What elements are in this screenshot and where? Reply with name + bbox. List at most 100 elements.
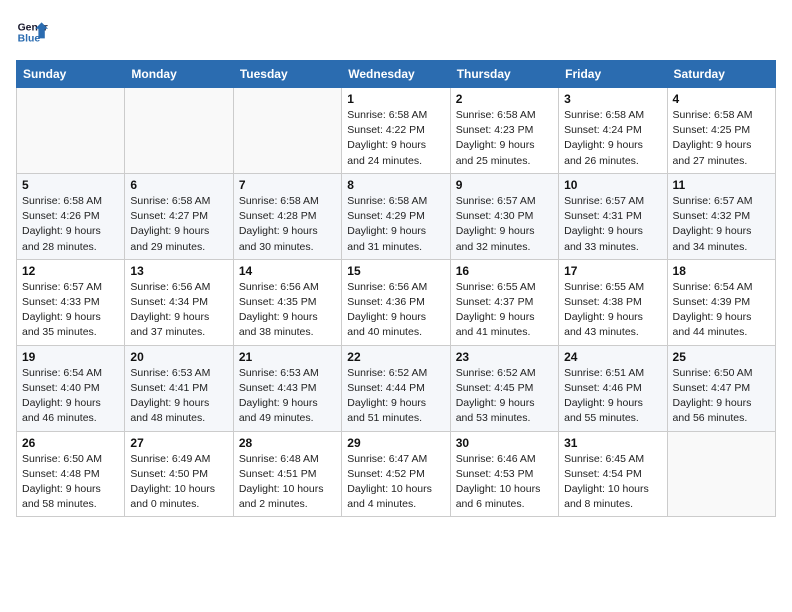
calendar-cell (17, 88, 125, 174)
calendar-cell: 10Sunrise: 6:57 AMSunset: 4:31 PMDayligh… (559, 173, 667, 259)
calendar-week-row: 19 Sunrise: 6:54 AMSunset: 4:40 PMDayligh… (17, 345, 776, 431)
day-of-week-header: Tuesday (233, 61, 341, 88)
calendar-cell: 2 Sunrise: 6:58 AMSunset: 4:23 PMDaylight… (450, 88, 558, 174)
calendar-cell: 7 Sunrise: 6:58 AMSunset: 4:28 PMDaylight… (233, 173, 341, 259)
day-number: 4 (673, 92, 770, 106)
calendar-cell: 19 Sunrise: 6:54 AMSunset: 4:40 PMDayligh… (17, 345, 125, 431)
day-number: 20 (130, 350, 227, 364)
day-info: Sunrise: 6:49 AMSunset: 4:50 PMDaylight:… (130, 452, 227, 513)
day-number: 23 (456, 350, 553, 364)
page-header: General Blue (16, 16, 776, 48)
calendar-cell (125, 88, 233, 174)
day-info: Sunrise: 6:57 AMSunset: 4:33 PMDaylight:… (22, 280, 119, 341)
day-of-week-header: Thursday (450, 61, 558, 88)
day-info: Sunrise: 6:56 AMSunset: 4:35 PMDaylight:… (239, 280, 336, 341)
calendar-cell: 9 Sunrise: 6:57 AMSunset: 4:30 PMDaylight… (450, 173, 558, 259)
calendar-cell: 20 Sunrise: 6:53 AMSunset: 4:41 PMDayligh… (125, 345, 233, 431)
logo-icon: General Blue (16, 16, 48, 48)
calendar-cell: 12 Sunrise: 6:57 AMSunset: 4:33 PMDayligh… (17, 259, 125, 345)
day-number: 2 (456, 92, 553, 106)
day-number: 14 (239, 264, 336, 278)
calendar-header-row: SundayMondayTuesdayWednesdayThursdayFrid… (17, 61, 776, 88)
day-number: 26 (22, 436, 119, 450)
day-info: Sunrise: 6:55 AMSunset: 4:37 PMDaylight:… (456, 280, 553, 341)
day-number: 6 (130, 178, 227, 192)
calendar-cell: 5Sunrise: 6:58 AMSunset: 4:26 PMDaylight… (17, 173, 125, 259)
calendar-cell: 8 Sunrise: 6:58 AMSunset: 4:29 PMDaylight… (342, 173, 450, 259)
calendar-cell: 18 Sunrise: 6:54 AMSunset: 4:39 PMDayligh… (667, 259, 775, 345)
day-info: Sunrise: 6:53 AMSunset: 4:41 PMDaylight:… (130, 366, 227, 427)
day-number: 12 (22, 264, 119, 278)
day-number: 11 (673, 178, 770, 192)
day-of-week-header: Friday (559, 61, 667, 88)
day-info: Sunrise: 6:52 AMSunset: 4:44 PMDaylight:… (347, 366, 444, 427)
day-number: 13 (130, 264, 227, 278)
day-info: Sunrise: 6:58 AMSunset: 4:23 PMDaylight:… (456, 108, 553, 169)
day-info: Sunrise: 6:58 AMSunset: 4:27 PMDaylight:… (130, 194, 227, 255)
calendar-week-row: 12 Sunrise: 6:57 AMSunset: 4:33 PMDayligh… (17, 259, 776, 345)
day-number: 18 (673, 264, 770, 278)
calendar-cell: 23 Sunrise: 6:52 AMSunset: 4:45 PMDayligh… (450, 345, 558, 431)
calendar-cell: 21Sunrise: 6:53 AMSunset: 4:43 PMDayligh… (233, 345, 341, 431)
day-number: 29 (347, 436, 444, 450)
day-info: Sunrise: 6:52 AMSunset: 4:45 PMDaylight:… (456, 366, 553, 427)
calendar-cell: 17 Sunrise: 6:55 AMSunset: 4:38 PMDayligh… (559, 259, 667, 345)
day-number: 17 (564, 264, 661, 278)
day-info: Sunrise: 6:46 AMSunset: 4:53 PMDaylight:… (456, 452, 553, 513)
day-info: Sunrise: 6:56 AMSunset: 4:34 PMDaylight:… (130, 280, 227, 341)
day-info: Sunrise: 6:58 AMSunset: 4:29 PMDaylight:… (347, 194, 444, 255)
day-number: 25 (673, 350, 770, 364)
calendar-cell: 13 Sunrise: 6:56 AMSunset: 4:34 PMDayligh… (125, 259, 233, 345)
day-info: Sunrise: 6:48 AMSunset: 4:51 PMDaylight:… (239, 452, 336, 513)
day-number: 1 (347, 92, 444, 106)
logo: General Blue (16, 16, 48, 48)
day-info: Sunrise: 6:58 AMSunset: 4:24 PMDaylight:… (564, 108, 661, 169)
day-info: Sunrise: 6:58 AMSunset: 4:26 PMDaylight:… (22, 194, 119, 255)
calendar-cell: 25 Sunrise: 6:50 AMSunset: 4:47 PMDayligh… (667, 345, 775, 431)
day-number: 8 (347, 178, 444, 192)
day-info: Sunrise: 6:57 AMSunset: 4:31 PMDaylight:… (564, 194, 661, 255)
day-number: 30 (456, 436, 553, 450)
calendar-table: SundayMondayTuesdayWednesdayThursdayFrid… (16, 60, 776, 517)
calendar-cell: 27 Sunrise: 6:49 AMSunset: 4:50 PMDayligh… (125, 431, 233, 517)
day-info: Sunrise: 6:58 AMSunset: 4:25 PMDaylight:… (673, 108, 770, 169)
day-number: 24 (564, 350, 661, 364)
day-info: Sunrise: 6:57 AMSunset: 4:30 PMDaylight:… (456, 194, 553, 255)
day-info: Sunrise: 6:51 AMSunset: 4:46 PMDaylight:… (564, 366, 661, 427)
day-info: Sunrise: 6:57 AMSunset: 4:32 PMDaylight:… (673, 194, 770, 255)
calendar-cell: 15 Sunrise: 6:56 AMSunset: 4:36 PMDayligh… (342, 259, 450, 345)
day-number: 19 (22, 350, 119, 364)
day-info: Sunrise: 6:54 AMSunset: 4:40 PMDaylight:… (22, 366, 119, 427)
day-number: 21 (239, 350, 336, 364)
day-info: Sunrise: 6:55 AMSunset: 4:38 PMDaylight:… (564, 280, 661, 341)
day-number: 22 (347, 350, 444, 364)
day-info: Sunrise: 6:54 AMSunset: 4:39 PMDaylight:… (673, 280, 770, 341)
day-of-week-header: Wednesday (342, 61, 450, 88)
calendar-cell: 4 Sunrise: 6:58 AMSunset: 4:25 PMDaylight… (667, 88, 775, 174)
day-number: 7 (239, 178, 336, 192)
day-info: Sunrise: 6:47 AMSunset: 4:52 PMDaylight:… (347, 452, 444, 513)
svg-text:Blue: Blue (18, 34, 41, 45)
day-number: 15 (347, 264, 444, 278)
calendar-cell (233, 88, 341, 174)
day-info: Sunrise: 6:45 AMSunset: 4:54 PMDaylight:… (564, 452, 661, 513)
calendar-cell: 1Sunrise: 6:58 AMSunset: 4:22 PMDaylight… (342, 88, 450, 174)
calendar-week-row: 5Sunrise: 6:58 AMSunset: 4:26 PMDaylight… (17, 173, 776, 259)
calendar-cell: 30 Sunrise: 6:46 AMSunset: 4:53 PMDayligh… (450, 431, 558, 517)
calendar-cell: 24 Sunrise: 6:51 AMSunset: 4:46 PMDayligh… (559, 345, 667, 431)
calendar-week-row: 1Sunrise: 6:58 AMSunset: 4:22 PMDaylight… (17, 88, 776, 174)
calendar-cell: 31 Sunrise: 6:45 AMSunset: 4:54 PMDayligh… (559, 431, 667, 517)
calendar-cell: 28Sunrise: 6:48 AMSunset: 4:51 PMDayligh… (233, 431, 341, 517)
day-number: 9 (456, 178, 553, 192)
day-info: Sunrise: 6:50 AMSunset: 4:47 PMDaylight:… (673, 366, 770, 427)
day-info: Sunrise: 6:56 AMSunset: 4:36 PMDaylight:… (347, 280, 444, 341)
day-number: 27 (130, 436, 227, 450)
calendar-cell: 16Sunrise: 6:55 AMSunset: 4:37 PMDayligh… (450, 259, 558, 345)
calendar-cell (667, 431, 775, 517)
day-of-week-header: Saturday (667, 61, 775, 88)
calendar-week-row: 26Sunrise: 6:50 AMSunset: 4:48 PMDayligh… (17, 431, 776, 517)
day-of-week-header: Monday (125, 61, 233, 88)
day-info: Sunrise: 6:58 AMSunset: 4:28 PMDaylight:… (239, 194, 336, 255)
calendar-cell: 29 Sunrise: 6:47 AMSunset: 4:52 PMDayligh… (342, 431, 450, 517)
day-number: 31 (564, 436, 661, 450)
